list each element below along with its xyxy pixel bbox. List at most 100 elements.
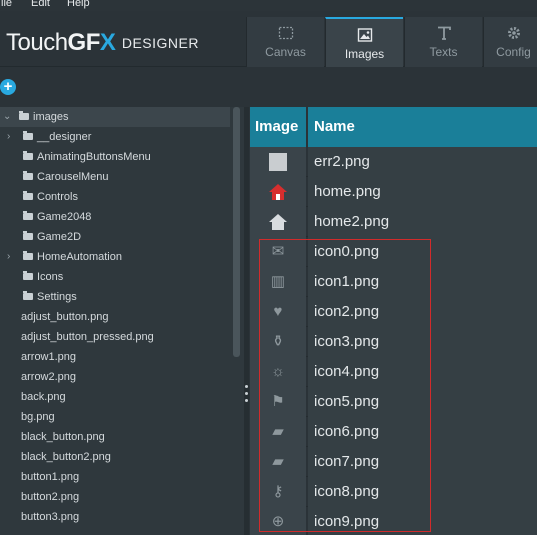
image-cell: ⚷ (250, 477, 306, 507)
tab-images-label: Images (344, 47, 385, 61)
bottle-icon: ⚱ (271, 333, 285, 350)
tree-file[interactable]: button2.png (0, 487, 230, 507)
heartbeat-icon: ♥ (273, 303, 283, 320)
tree-item-label: button1.png (21, 471, 80, 483)
list-icon: ▥ (270, 273, 286, 290)
tree-item-label: button3.png (21, 511, 80, 523)
image-cell: ▰ (250, 447, 306, 477)
folder-icon (23, 211, 33, 220)
tree-folder[interactable]: CarouselMenu (0, 167, 230, 187)
tab-config[interactable]: Config (483, 17, 537, 67)
tree-item-label: adjust_button_pressed.png (21, 331, 154, 343)
grip-dot-icon (245, 385, 248, 388)
table-row[interactable]: ⊕ icon9.png (250, 507, 537, 535)
toolbar: + (0, 68, 537, 106)
image-name-cell: icon5.png (308, 387, 537, 417)
image-cell (250, 147, 306, 177)
key-icon: ⚷ (272, 483, 284, 500)
chevron-right-icon[interactable]: › (7, 247, 10, 267)
image-name-cell: icon7.png (308, 447, 537, 477)
folder-plus-icon: ▰ (272, 423, 284, 440)
tree-item-label: black_button2.png (21, 451, 111, 463)
tree-item-label: adjust_button.png (21, 311, 109, 323)
gear-icon (507, 27, 520, 39)
chevron-right-icon[interactable]: › (7, 127, 10, 147)
tree-file[interactable]: black_button2.png (0, 447, 230, 467)
tree-item-label: bg.png (21, 411, 55, 423)
image-cell: ♥ (250, 297, 306, 327)
menu-file[interactable]: ile (1, 0, 12, 9)
table-row[interactable]: ▰ icon7.png (250, 447, 537, 477)
tree-item-label: Settings (37, 291, 77, 303)
grip-dot-icon (245, 392, 248, 395)
tree-file[interactable]: black_button.png (0, 427, 230, 447)
tree-item-label: Game2D (37, 231, 82, 243)
tree-file[interactable]: arrow1.png (0, 347, 230, 367)
menu-help[interactable]: Help (67, 0, 90, 9)
tree-item-label: Controls (37, 191, 78, 203)
table-row[interactable]: ✉ icon0.png (250, 237, 537, 267)
tree-file[interactable]: adjust_button_pressed.png (0, 327, 230, 347)
table-row[interactable]: ⚷ icon8.png (250, 477, 537, 507)
menu-edit[interactable]: Edit (31, 0, 50, 9)
folder-icon (23, 231, 33, 240)
image-name-cell: icon8.png (308, 477, 537, 507)
image-cell: ✉ (250, 237, 306, 267)
tab-texts[interactable]: Texts (404, 17, 482, 67)
tree-folder[interactable]: › __designer (0, 127, 230, 147)
tree-file[interactable]: arrow2.png (0, 367, 230, 387)
tree-file[interactable]: button3.png (0, 507, 230, 527)
tree-folder[interactable]: Settings (0, 287, 230, 307)
tree-item-label: CarouselMenu (37, 171, 109, 183)
tab-config-label: Config (496, 45, 531, 59)
bulb-icon: ☼ (271, 363, 285, 380)
image-table: Image Name err2.png home.png home2.png ✉ ico… (250, 107, 537, 535)
table-row[interactable]: ⚱ icon3.png (250, 327, 537, 357)
touchgfx-logo: TouchGFX DESIGNER (6, 29, 199, 57)
tab-images[interactable]: Images (325, 17, 403, 67)
tree-root-images[interactable]: ⌄ images (0, 107, 230, 127)
tree-item-label: Icons (37, 271, 64, 283)
image-name-cell: icon1.png (308, 267, 537, 297)
panel-splitter[interactable] (244, 107, 249, 535)
tree-folder[interactable]: Icons (0, 267, 230, 287)
logo-designer: DESIGNER (121, 35, 199, 51)
table-row[interactable]: ▥ icon1.png (250, 267, 537, 297)
tree-file[interactable]: bg.png (0, 407, 230, 427)
tree-folder[interactable]: Game2048 (0, 207, 230, 227)
folder-icon (19, 111, 29, 120)
tree-file[interactable]: adjust_button.png (0, 307, 230, 327)
table-row[interactable]: home.png (250, 177, 537, 207)
mail-icon: ✉ (271, 243, 285, 260)
image-name-cell: err2.png (308, 147, 537, 177)
tree-folder[interactable]: AnimatingButtonsMenu (0, 147, 230, 167)
blank-square-icon (268, 153, 288, 171)
tree-file[interactable]: button1.png (0, 467, 230, 487)
tree-folder[interactable]: › HomeAutomation (0, 247, 230, 267)
home-red-icon (268, 183, 288, 201)
folder-icon (23, 291, 33, 300)
table-row[interactable]: ☼ icon4.png (250, 357, 537, 387)
logo-touch: Touch (6, 29, 68, 56)
table-row[interactable]: ♥ icon2.png (250, 297, 537, 327)
tree-folder[interactable]: Controls (0, 187, 230, 207)
add-image-button[interactable]: + (0, 79, 16, 95)
tab-canvas[interactable]: Canvas (246, 17, 324, 67)
tree-item-label: Game2048 (37, 211, 92, 223)
column-header-image[interactable]: Image (255, 107, 298, 147)
tree-scrollbar[interactable] (233, 107, 240, 357)
tree-item-label: black_button.png (21, 431, 105, 443)
column-header-name[interactable]: Name (314, 107, 355, 147)
globe-icon: ⊕ (271, 513, 285, 530)
image-cell: ⚱ (250, 327, 306, 357)
folder-icon (23, 131, 33, 140)
header-divider (306, 107, 308, 147)
chevron-down-icon[interactable]: ⌄ (3, 107, 11, 127)
tree-file[interactable]: back.png (0, 387, 230, 407)
table-row[interactable]: ▰ icon6.png (250, 417, 537, 447)
image-name-cell: icon9.png (308, 507, 537, 535)
table-row[interactable]: home2.png (250, 207, 537, 237)
table-row[interactable]: err2.png (250, 147, 537, 177)
tree-folder[interactable]: Game2D (0, 227, 230, 247)
table-row[interactable]: ⚑ icon5.png (250, 387, 537, 417)
